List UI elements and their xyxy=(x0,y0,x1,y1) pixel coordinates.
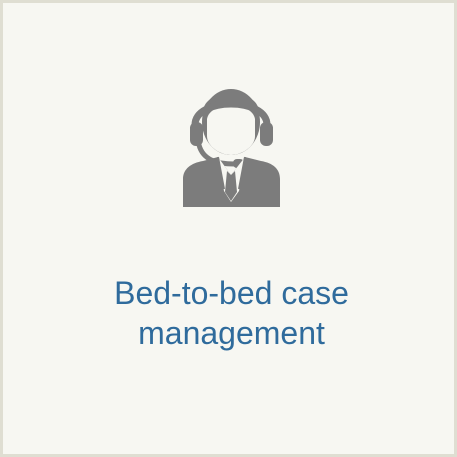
card-title: Bed-to-bed case management xyxy=(114,275,349,351)
service-card[interactable]: Bed-to-bed case management xyxy=(0,0,457,457)
customer-support-agent-icon xyxy=(179,81,284,207)
